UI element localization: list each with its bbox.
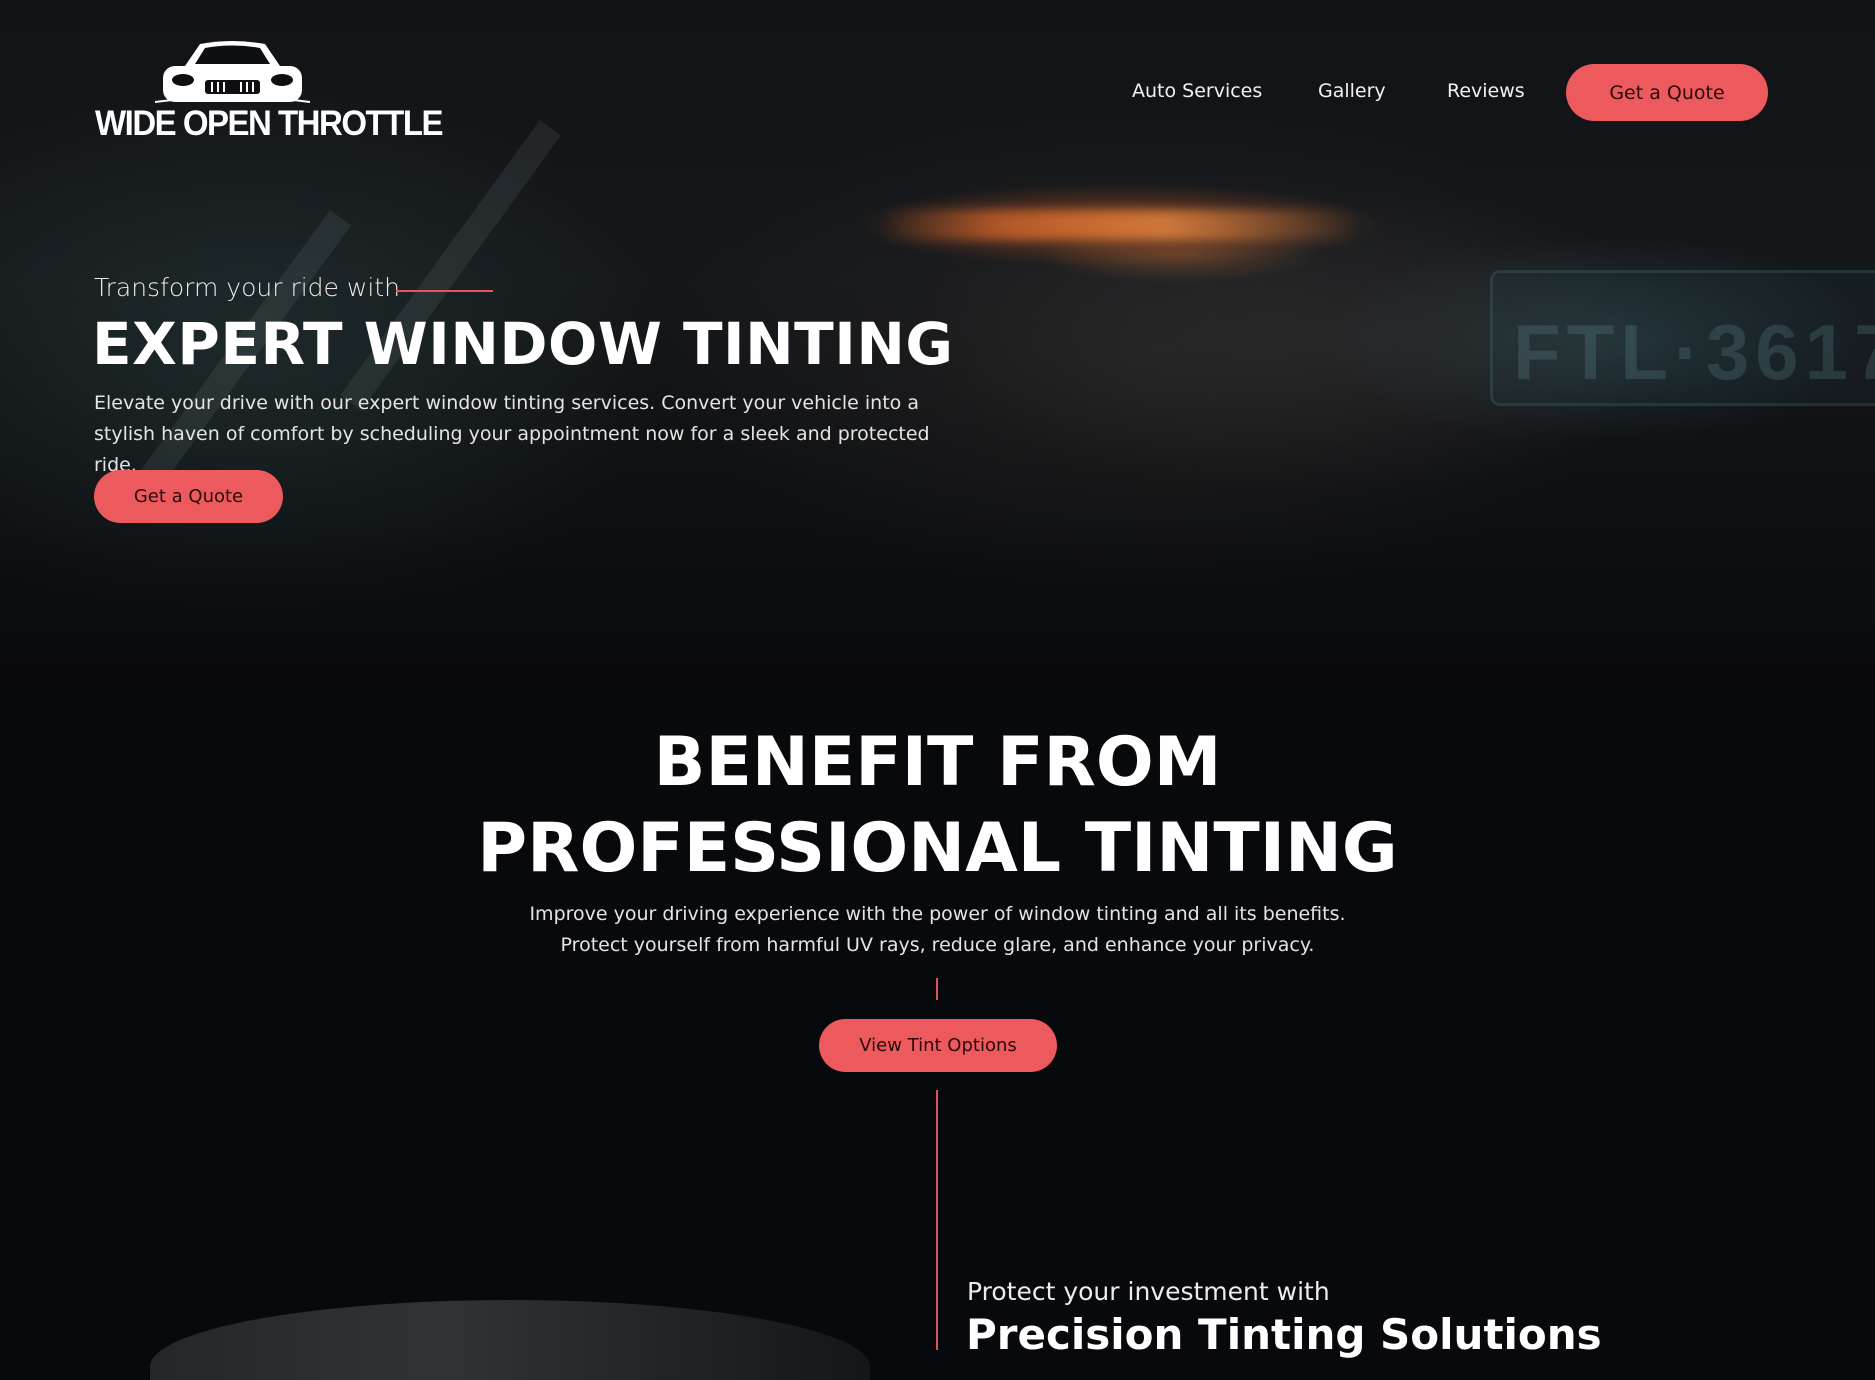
car-window-image — [150, 1300, 870, 1380]
license-plate: FTL·3617 — [1490, 270, 1875, 406]
license-plate-text: FTL·3617 — [1513, 308, 1875, 396]
hero-title: EXPERT WINDOW TINTING — [92, 310, 954, 378]
brand-logo[interactable]: WIDE OPEN THROTTLE — [95, 40, 444, 150]
nav-reviews[interactable]: Reviews — [1447, 80, 1525, 102]
taillight-glow — [880, 210, 1360, 240]
hero-description: Elevate your drive with our expert windo… — [94, 392, 930, 476]
header-get-quote-button[interactable]: Get a Quote — [1566, 64, 1768, 121]
benefits-description: Improve your driving experience with the… — [529, 903, 1346, 956]
kicker-divider — [396, 290, 493, 292]
connector-line-top — [936, 978, 938, 1000]
precision-title: Precision Tinting Solutions — [966, 1310, 1602, 1359]
benefits-title: BENEFIT FROM PROFESSIONAL TINTING — [0, 720, 1875, 892]
benefits-title-line-1: BENEFIT FROM — [653, 723, 1222, 802]
benefits-title-line-2: PROFESSIONAL TINTING — [477, 809, 1398, 888]
precision-kicker: Protect your investment with — [967, 1277, 1330, 1306]
hero-kicker: Transform your ride with — [94, 273, 400, 302]
connector-line-bottom — [936, 1090, 938, 1350]
hero-get-quote-button[interactable]: Get a Quote — [94, 470, 283, 523]
brand-name: WIDE OPEN THROTTLE — [95, 102, 444, 143]
view-tint-options-button[interactable]: View Tint Options — [819, 1019, 1057, 1072]
nav-auto-services[interactable]: Auto Services — [1132, 80, 1262, 102]
car-front-icon — [155, 41, 310, 103]
nav-gallery[interactable]: Gallery — [1318, 80, 1386, 102]
